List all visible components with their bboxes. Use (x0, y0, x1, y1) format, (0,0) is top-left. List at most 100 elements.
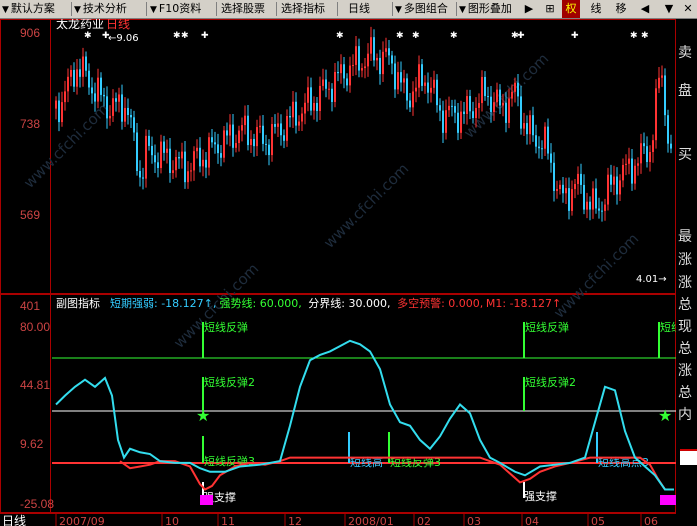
candle-body (316, 102, 318, 111)
candle-body (157, 162, 159, 168)
candle-body (175, 157, 177, 171)
candle-body (55, 100, 57, 109)
candle-body (577, 173, 579, 184)
candle-body (328, 88, 330, 90)
candle-body (397, 72, 399, 90)
candle-body (412, 91, 414, 108)
candle-body (220, 153, 222, 158)
candle-body (451, 105, 453, 107)
candle-body (670, 143, 672, 149)
candle-body (517, 82, 519, 97)
close-icon[interactable]: ✕ (679, 0, 697, 18)
menu-arrow-icon: ▼ (74, 5, 81, 15)
candle-body (94, 93, 96, 102)
candle-body (274, 124, 276, 127)
grid-button[interactable]: ⊞ (541, 0, 559, 18)
price-tick: 738 (20, 117, 40, 131)
candle-body (520, 96, 522, 129)
toolbar-item-overlay[interactable]: ▼ 图形叠加 (459, 0, 512, 18)
scroll-left-button[interactable]: ◀ (636, 0, 654, 18)
candle-body (295, 101, 297, 126)
scroll-indicator[interactable] (680, 449, 697, 465)
signal-mark-icon: ✱ (450, 31, 458, 41)
signal-label: 强支撑 (524, 489, 557, 503)
candle-body (304, 102, 306, 114)
candle-body (547, 126, 549, 154)
candle-body (643, 143, 645, 147)
candle-body (409, 100, 411, 108)
date-label: 11 (221, 515, 235, 526)
candle-body (211, 137, 213, 143)
candle-body (562, 184, 564, 194)
candle-body (472, 111, 474, 119)
candle-body (667, 115, 669, 144)
candle-body (505, 102, 507, 123)
candle-body (106, 96, 108, 119)
candle-body (535, 135, 537, 147)
rights-button[interactable]: 权 (562, 0, 580, 18)
candle-body (490, 96, 492, 112)
toolbar-separator (276, 2, 277, 16)
period-tab[interactable]: 日线 (2, 514, 26, 526)
candle-body (82, 56, 84, 77)
candle-body (355, 46, 357, 65)
candle-body (508, 98, 510, 123)
toolbar-item-select-stock[interactable]: 选择股票 (221, 0, 265, 18)
signal-mark-icon: ✱ (396, 31, 404, 41)
candle-body (103, 94, 105, 97)
signal-label: 短线反弹2 (525, 375, 576, 389)
candle-body (136, 132, 138, 172)
candle-body (649, 152, 651, 162)
legend-item: 分界线: 30.000, (308, 296, 390, 310)
candle-body (427, 82, 429, 93)
candle-body (460, 111, 462, 133)
candle-body (616, 176, 618, 195)
support-marker (200, 495, 213, 505)
candle-body (385, 48, 387, 52)
candle-body (340, 64, 342, 74)
candle-body (352, 64, 354, 66)
play-button[interactable]: ▶ (520, 0, 538, 18)
candle-body (265, 143, 267, 145)
quote-field-label: 总 (678, 385, 692, 401)
toolbar-separator (216, 2, 217, 16)
toolbar-item-select-indicator[interactable]: 选择指标 (281, 0, 325, 18)
candle-body (640, 143, 642, 164)
stock-name: 太龙药业 (56, 19, 104, 31)
candle-body (337, 71, 339, 74)
toolbar-separator (71, 2, 72, 16)
candle-body (430, 87, 432, 93)
candle-body (91, 87, 93, 94)
dropdown-button[interactable]: ▼ (660, 0, 678, 18)
candle-body (514, 82, 516, 92)
candle-body (511, 91, 513, 99)
candle-body (625, 163, 627, 165)
candle-body (580, 173, 582, 185)
line-button[interactable]: 线 (587, 0, 605, 18)
candle-body (244, 115, 246, 126)
quote-field-label: 涨 (678, 252, 692, 268)
move-button[interactable]: 移 (612, 0, 630, 18)
quote-field-label: 卖 (678, 45, 692, 61)
toolbar-item-f10[interactable]: ▼ F10资料 (150, 0, 201, 18)
candle-body (574, 183, 576, 190)
candle-body (193, 151, 195, 171)
candle-body (349, 65, 351, 86)
candle-body (250, 138, 252, 146)
candle-body (121, 94, 123, 122)
candle-body (484, 76, 486, 97)
candle-body (457, 112, 459, 133)
candle-body (271, 124, 273, 156)
toolbar-item-scheme[interactable]: ▼ 默认方案 (2, 0, 55, 18)
candle-body (61, 102, 63, 123)
candle-body (148, 135, 150, 146)
candle-body (151, 145, 153, 156)
candle-body (109, 115, 111, 119)
candle-body (613, 176, 615, 185)
candle-body (526, 123, 528, 135)
toolbar-item-technical[interactable]: ▼ 技术分析 (74, 0, 127, 18)
toolbar-item-period[interactable]: 日线 (348, 0, 370, 18)
toolbar-item-multi[interactable]: ▼ 多图组合 (395, 0, 448, 18)
signal-mark-icon: ✚ (201, 31, 209, 41)
candle-body (226, 130, 228, 136)
